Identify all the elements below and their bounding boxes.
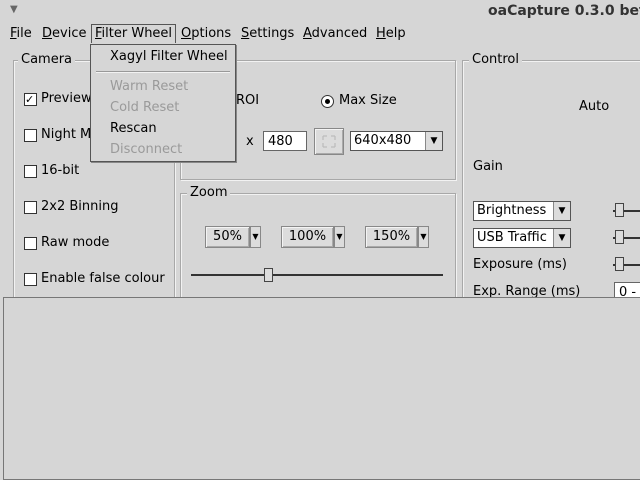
zoom-50-label[interactable]: 50%: [205, 226, 250, 248]
usb-traffic-combo[interactable]: USB Traffic ▼: [473, 228, 571, 248]
zoom-slider-track[interactable]: [191, 274, 443, 276]
height-field[interactable]: 480: [263, 131, 307, 151]
max-size-radio[interactable]: [321, 95, 334, 108]
brightness-value: Brightness: [477, 203, 547, 218]
preview-checkbox[interactable]: [24, 91, 37, 109]
menu-device[interactable]: Device: [39, 25, 89, 43]
brightness-slider-handle[interactable]: [615, 203, 624, 217]
chevron-down-icon: ▼: [553, 202, 570, 220]
usb-traffic-slider-handle[interactable]: [615, 230, 624, 244]
chevron-down-icon: ▼: [553, 229, 570, 247]
exposure-label: Exposure (ms): [473, 257, 567, 272]
chevron-down-icon: ▼: [425, 132, 442, 150]
usb-traffic-value: USB Traffic: [477, 230, 547, 245]
gain-label: Gain: [473, 159, 503, 174]
night-mode-checkbox[interactable]: [24, 129, 37, 142]
menu-bar: File Device Filter Wheel Options Setting…: [0, 22, 640, 44]
control-group: [462, 60, 640, 313]
binning-label: 2x2 Binning: [41, 199, 119, 214]
raw-mode-checkbox[interactable]: [24, 237, 37, 250]
menu-item-xagyl-filter-wheel[interactable]: Xagyl Filter Wheel: [110, 49, 228, 64]
zoom-50-button[interactable]: 50% ▼: [205, 226, 261, 248]
filter-wheel-dropdown: Xagyl Filter Wheel Warm Reset Cold Reset…: [90, 44, 236, 162]
camera-group-title: Camera: [18, 52, 76, 67]
preview-label: Preview: [41, 91, 92, 106]
16bit-checkbox[interactable]: [24, 165, 37, 178]
chevron-down-icon[interactable]: ▼: [418, 226, 429, 248]
false-colour-label: Enable false colour: [41, 271, 165, 286]
dimension-x-label: x: [246, 134, 254, 149]
zoom-150-label[interactable]: 150%: [365, 226, 418, 248]
raw-mode-label: Raw mode: [41, 235, 110, 250]
menu-advanced[interactable]: Advanced: [300, 25, 370, 43]
false-colour-checkbox[interactable]: [24, 273, 37, 286]
fit-roi-button[interactable]: [314, 128, 344, 155]
menu-options[interactable]: Options: [178, 25, 234, 43]
zoom-100-label[interactable]: 100%: [281, 226, 334, 248]
preview-area[interactable]: [3, 297, 640, 480]
control-group-title: Control: [469, 52, 522, 67]
zoom-group-title: Zoom: [187, 185, 231, 200]
menu-filter-wheel[interactable]: Filter Wheel: [91, 24, 177, 43]
menu-file[interactable]: File: [7, 25, 35, 43]
max-size-label: Max Size: [339, 93, 397, 108]
title-bar: ▼ oaCapture 0.3.0 beta: [0, 0, 640, 22]
menu-item-disconnect: Disconnect: [110, 142, 183, 157]
chevron-down-icon[interactable]: ▼: [250, 226, 261, 248]
menu-item-warm-reset: Warm Reset: [110, 79, 189, 94]
binning-checkbox[interactable]: [24, 201, 37, 214]
zoom-slider-handle[interactable]: [264, 268, 273, 282]
menu-item-rescan[interactable]: Rescan: [110, 121, 157, 136]
resolution-value: 640x480: [354, 133, 412, 148]
menu-item-cold-reset: Cold Reset: [110, 100, 180, 115]
window-title: oaCapture 0.3.0 beta: [488, 3, 640, 19]
zoom-group: [180, 193, 456, 313]
brightness-combo[interactable]: Brightness ▼: [473, 201, 571, 221]
16bit-label: 16-bit: [41, 163, 80, 178]
menu-settings[interactable]: Settings: [238, 25, 297, 43]
zoom-150-button[interactable]: 150% ▼: [365, 226, 429, 248]
zoom-100-button[interactable]: 100% ▼: [281, 226, 345, 248]
expand-icon: [322, 135, 336, 148]
roi-label: ROI: [236, 93, 260, 108]
chevron-down-icon[interactable]: ▼: [334, 226, 345, 248]
menu-help[interactable]: Help: [373, 25, 409, 43]
auto-label: Auto: [579, 99, 610, 114]
exposure-slider-handle[interactable]: [615, 257, 624, 271]
resolution-combo[interactable]: 640x480 ▼: [350, 131, 443, 151]
menu-separator: [96, 71, 230, 73]
window-menu-icon[interactable]: ▼: [10, 4, 18, 15]
